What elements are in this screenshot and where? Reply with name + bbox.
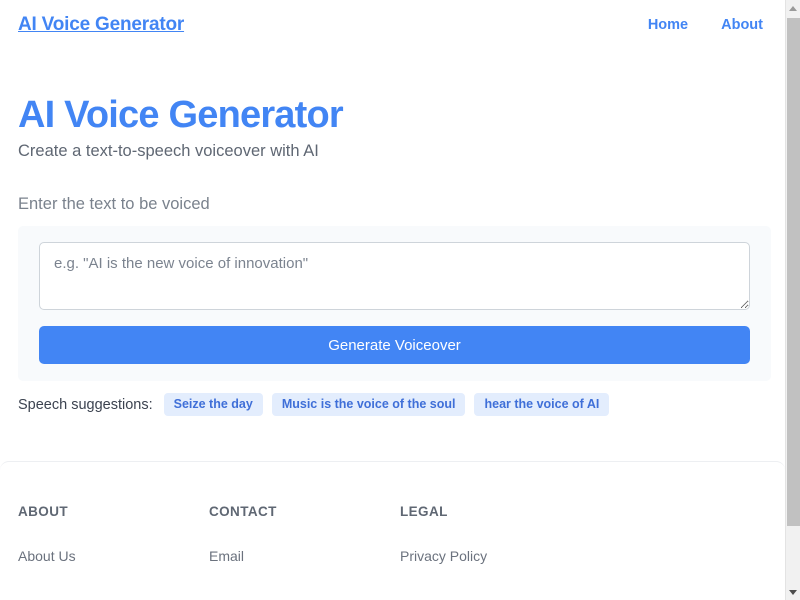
page-title: AI Voice Generator — [18, 94, 344, 136]
page-root: AI Voice Generator Home About AI Voice G… — [0, 0, 800, 600]
footer-link-about-us[interactable]: About Us — [18, 548, 76, 564]
suggestion-chip-3[interactable]: hear the voice of AI — [474, 393, 610, 417]
nav-link-about[interactable]: About — [721, 17, 763, 33]
chevron-up-icon — [789, 5, 797, 11]
footer-heading-legal: LEGAL — [400, 504, 448, 519]
footer-column-about: ABOUT About Us — [18, 504, 209, 566]
footer-column-contact: CONTACT Email — [209, 504, 400, 566]
site-footer: ABOUT About Us CONTACT Email LEGAL Priva… — [0, 461, 785, 600]
scroll-down-button[interactable] — [786, 584, 800, 600]
suggestion-chip-2[interactable]: Music is the voice of the soul — [271, 393, 466, 417]
footer-columns: ABOUT About Us CONTACT Email LEGAL Priva… — [18, 504, 767, 566]
brand-logo[interactable]: AI Voice Generator — [18, 14, 184, 36]
hero-section: AI Voice Generator Create a text-to-spee… — [0, 50, 785, 161]
footer-heading-about: ABOUT — [18, 504, 68, 519]
scroll-up-button[interactable] — [786, 0, 800, 16]
suggestions-label: Speech suggestions: — [18, 396, 153, 413]
voice-text-input[interactable] — [39, 242, 750, 311]
footer-link-email[interactable]: Email — [209, 548, 244, 564]
footer-column-legal: LEGAL Privacy Policy — [400, 504, 591, 566]
scrollbar-thumb[interactable] — [787, 18, 800, 526]
nav-link-home[interactable]: Home — [648, 17, 688, 33]
generate-voiceover-button[interactable]: Generate Voiceover — [39, 326, 750, 365]
chevron-down-icon — [789, 589, 797, 595]
speech-suggestions: Speech suggestions: Seize the day Music … — [18, 393, 785, 417]
vertical-scrollbar[interactable] — [785, 0, 800, 600]
site-header: AI Voice Generator Home About — [0, 0, 785, 50]
generator-panel: Generate Voiceover — [18, 226, 771, 382]
textarea-label: Enter the text to be voiced — [18, 195, 210, 214]
page-subtitle: Create a text-to-speech voiceover with A… — [18, 142, 319, 161]
footer-heading-contact: CONTACT — [209, 504, 277, 519]
footer-link-privacy-policy[interactable]: Privacy Policy — [400, 548, 487, 564]
page-viewport: AI Voice Generator Home About AI Voice G… — [0, 0, 785, 600]
suggestion-chip-1[interactable]: Seize the day — [163, 393, 263, 417]
main-nav: Home About — [648, 17, 767, 33]
